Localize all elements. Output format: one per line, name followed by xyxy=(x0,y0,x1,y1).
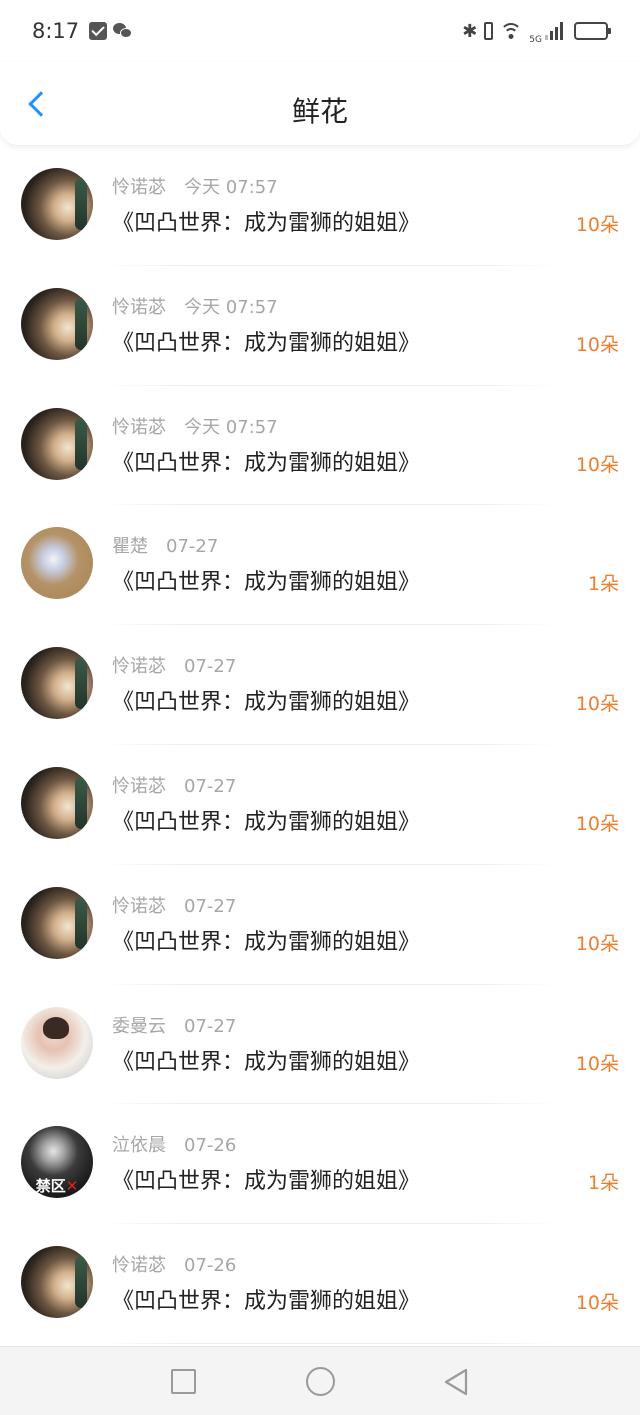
item-meta: 瞿楚 07-27 xyxy=(112,532,218,558)
item-meta: 怜诺苾 今天 07:57 xyxy=(112,293,278,319)
avatar[interactable] xyxy=(21,527,93,600)
book-title: 《凹凸世界：成为雷狮的姐姐》 xyxy=(112,1289,421,1315)
avatar[interactable] xyxy=(21,647,93,720)
wechat-icon xyxy=(113,23,133,39)
item-meta: 怜诺苾 07-26 xyxy=(112,1251,236,1277)
flower-count: 10朵 xyxy=(575,812,619,835)
cross-icon: ✕ xyxy=(65,1177,79,1196)
list-item[interactable]: 怜诺苾 今天 07:57 《凹凸世界：成为雷狮的姐姐》 10朵 xyxy=(0,266,640,386)
flower-list: 怜诺苾 今天 07:57 《凹凸世界：成为雷狮的姐姐》 10朵 怜诺苾 今天 07:57 《… xyxy=(0,146,640,1344)
mail-icon xyxy=(89,22,108,40)
flower-count: 10朵 xyxy=(575,214,619,236)
system-nav-bar xyxy=(0,1346,640,1415)
book-title: 《凹凸世界：成为雷狮的姐姐》 xyxy=(112,211,421,236)
avatar[interactable] xyxy=(21,1006,93,1079)
back-triangle-icon[interactable] xyxy=(442,1367,470,1397)
flower-count: 10朵 xyxy=(575,1052,619,1075)
list-item[interactable]: 怜诺苾 今天 07:57 《凹凸世界：成为雷狮的姐姐》 10朵 xyxy=(0,386,640,506)
list-item[interactable]: 怜诺苾 07-27 《凹凸世界：成为雷狮的姐姐》 10朵 xyxy=(0,865,640,985)
flower-count: 1朵 xyxy=(587,573,619,596)
sender-name[interactable]: 怜诺苾 xyxy=(112,177,166,198)
avatar-badge-text: 禁区 xyxy=(35,1177,66,1196)
flower-count: 10朵 xyxy=(575,333,619,356)
list-item[interactable]: 怜诺苾 今天 07:57 《凹凸世界：成为雷狮的姐姐》 10朵 xyxy=(0,146,640,266)
avatar[interactable] xyxy=(21,886,93,959)
timestamp: 07-27 xyxy=(184,1015,237,1037)
list-item[interactable]: 怜诺苾 07-26 《凹凸世界：成为雷狮的姐姐》 10朵 xyxy=(0,1224,640,1344)
item-meta: 怜诺苾 07-27 xyxy=(112,772,236,798)
home-icon[interactable] xyxy=(306,1367,335,1396)
book-title: 《凹凸世界：成为雷狮的姐姐》 xyxy=(112,1049,421,1075)
list-item[interactable]: 怜诺苾 07-27 《凹凸世界：成为雷狮的姐姐》 10朵 xyxy=(0,625,640,745)
list-item[interactable]: 瞿楚 07-27 《凹凸世界：成为雷狮的姐姐》 1朵 xyxy=(0,505,640,625)
sender-name[interactable]: 怜诺苾 xyxy=(112,1255,166,1276)
sender-name[interactable]: 怜诺苾 xyxy=(112,656,166,677)
book-title: 《凹凸世界：成为雷狮的姐姐》 xyxy=(112,929,421,955)
recent-apps-icon[interactable] xyxy=(171,1369,196,1394)
timestamp: 今天 07:57 xyxy=(184,296,278,318)
sender-name[interactable]: 瞿楚 xyxy=(112,536,148,557)
sender-name[interactable]: 怜诺苾 xyxy=(112,417,166,438)
flower-count: 10朵 xyxy=(575,1292,619,1315)
sender-name[interactable]: 怜诺苾 xyxy=(112,297,166,318)
sender-name[interactable]: 委曼云 xyxy=(112,1016,166,1037)
item-meta: 怜诺苾 今天 07:57 xyxy=(112,173,278,199)
avatar[interactable] xyxy=(21,407,93,480)
avatar[interactable] xyxy=(21,1246,93,1319)
sender-name[interactable]: 怜诺苾 xyxy=(112,896,166,917)
avatar[interactable]: 禁区✕ xyxy=(21,1126,93,1199)
flower-count: 10朵 xyxy=(575,453,619,476)
avatar[interactable] xyxy=(21,766,93,839)
avatar[interactable] xyxy=(21,287,93,360)
book-title: 《凹凸世界：成为雷狮的姐姐》 xyxy=(112,330,421,356)
item-meta: 怜诺苾 07-27 xyxy=(112,892,236,918)
item-meta: 怜诺苾 07-27 xyxy=(112,652,236,678)
flower-count: 1朵 xyxy=(587,1172,619,1195)
flower-count: 10朵 xyxy=(575,693,619,716)
timestamp: 07-27 xyxy=(184,656,237,678)
status-left-icons xyxy=(89,22,133,40)
timestamp: 今天 07:57 xyxy=(184,416,278,438)
bluetooth-icon: ✱ xyxy=(462,20,478,42)
book-title: 《凹凸世界：成为雷狮的姐姐》 xyxy=(112,570,421,596)
avatar-badge: 禁区✕ xyxy=(21,1174,93,1198)
flower-count: 10朵 xyxy=(575,932,619,955)
book-title: 《凹凸世界：成为雷狮的姐姐》 xyxy=(112,450,421,476)
timestamp: 07-26 xyxy=(184,1255,237,1277)
book-title: 《凹凸世界：成为雷狮的姐姐》 xyxy=(112,1169,421,1195)
wifi-icon xyxy=(500,23,523,39)
timestamp: 07-26 xyxy=(184,1135,237,1157)
header: 鲜花 xyxy=(0,62,640,146)
status-time: 8:17 xyxy=(32,19,80,43)
item-meta: 怜诺苾 今天 07:57 xyxy=(112,413,278,439)
item-meta: 委曼云 07-27 xyxy=(112,1012,236,1038)
avatar[interactable] xyxy=(21,168,93,240)
sender-name[interactable]: 泣依晨 xyxy=(112,1135,166,1156)
vibrate-icon xyxy=(484,22,494,40)
item-meta: 泣依晨 07-26 xyxy=(112,1131,236,1157)
battery-icon xyxy=(574,22,611,40)
5g-label: 5G xyxy=(529,35,542,45)
sender-name[interactable]: 怜诺苾 xyxy=(112,776,166,797)
list-item[interactable]: 禁区✕ 泣依晨 07-26 《凹凸世界：成为雷狮的姐姐》 1朵 xyxy=(0,1104,640,1224)
status-right-icons: ✱ 5G xyxy=(462,17,611,45)
timestamp: 07-27 xyxy=(184,775,237,797)
timestamp: 07-27 xyxy=(166,536,219,558)
list-item[interactable]: 怜诺苾 07-27 《凹凸世界：成为雷狮的姐姐》 10朵 xyxy=(0,745,640,865)
list-item[interactable]: 委曼云 07-27 《凹凸世界：成为雷狮的姐姐》 10朵 xyxy=(0,985,640,1105)
status-bar: 8:17 ✱ 5G xyxy=(0,0,640,62)
timestamp: 07-27 xyxy=(184,895,237,917)
page-title: 鲜花 xyxy=(291,95,348,128)
book-title: 《凹凸世界：成为雷狮的姐姐》 xyxy=(112,690,421,716)
timestamp: 今天 07:57 xyxy=(184,177,278,198)
signal-icon xyxy=(545,22,563,40)
book-title: 《凹凸世界：成为雷狮的姐姐》 xyxy=(112,809,421,835)
